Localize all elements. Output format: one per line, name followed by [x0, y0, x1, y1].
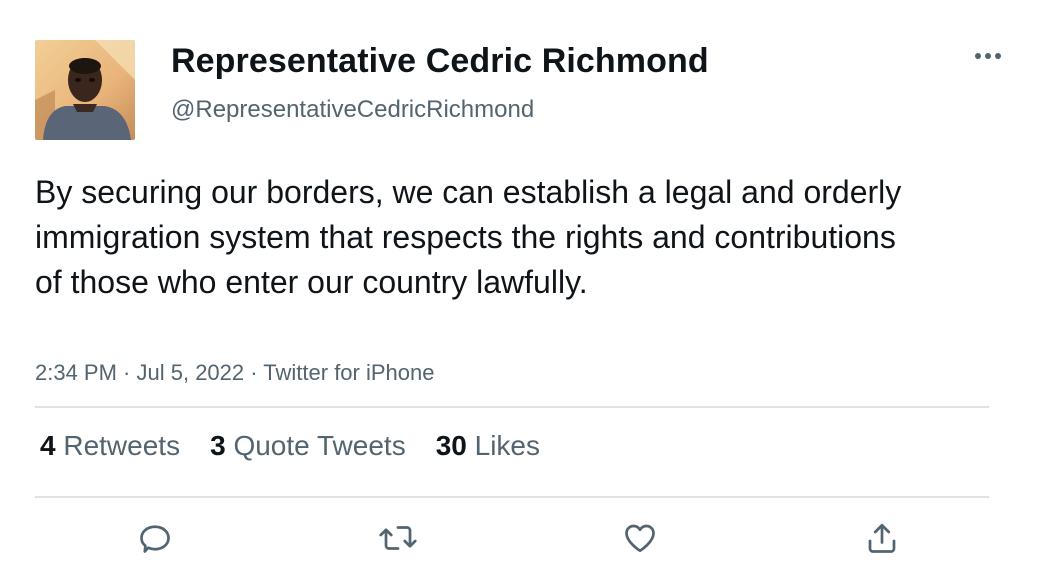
retweet-icon	[379, 526, 417, 550]
more-icon	[975, 53, 1001, 59]
quote-tweets-stat[interactable]: 3 Quote Tweets	[210, 430, 406, 462]
divider	[35, 496, 989, 498]
meta-separator: ·	[116, 360, 137, 385]
tweet-date[interactable]: Jul 5, 2022	[137, 360, 245, 385]
retweets-stat[interactable]: 4 Retweets	[40, 430, 180, 462]
meta-separator: ·	[244, 360, 264, 385]
display-name[interactable]: Representative Cedric Richmond	[171, 42, 709, 81]
more-options-button[interactable]	[968, 40, 1008, 72]
tweet-text: By securing our borders, we can establis…	[35, 174, 902, 300]
likes-stat[interactable]: 30 Likes	[436, 430, 540, 462]
divider	[35, 406, 989, 408]
tweet-meta: 2:34 PM · Jul 5, 2022 · Twitter for iPho…	[35, 360, 434, 386]
reply-button[interactable]	[135, 518, 175, 558]
reply-icon	[140, 525, 170, 553]
avatar-photo	[35, 40, 135, 140]
tweet-stats: 4 Retweets 3 Quote Tweets 30 Likes	[40, 430, 570, 462]
retweets-label: Retweets	[63, 430, 181, 461]
like-button[interactable]	[620, 518, 660, 558]
quotes-label: Quote Tweets	[233, 430, 406, 461]
likes-count: 30	[435, 430, 467, 461]
tweet-source[interactable]: Twitter for iPhone	[263, 360, 434, 385]
retweet-button[interactable]	[378, 518, 418, 558]
retweets-count: 4	[40, 430, 56, 461]
avatar[interactable]	[35, 40, 135, 140]
quotes-count: 3	[210, 430, 226, 461]
tweet-time[interactable]: 2:34 PM	[35, 360, 117, 385]
user-handle[interactable]: @RepresentativeCedricRichmond	[171, 96, 534, 124]
share-icon	[868, 523, 896, 553]
heart-icon	[625, 524, 655, 553]
likes-label: Likes	[474, 430, 541, 461]
share-button[interactable]	[862, 518, 902, 558]
